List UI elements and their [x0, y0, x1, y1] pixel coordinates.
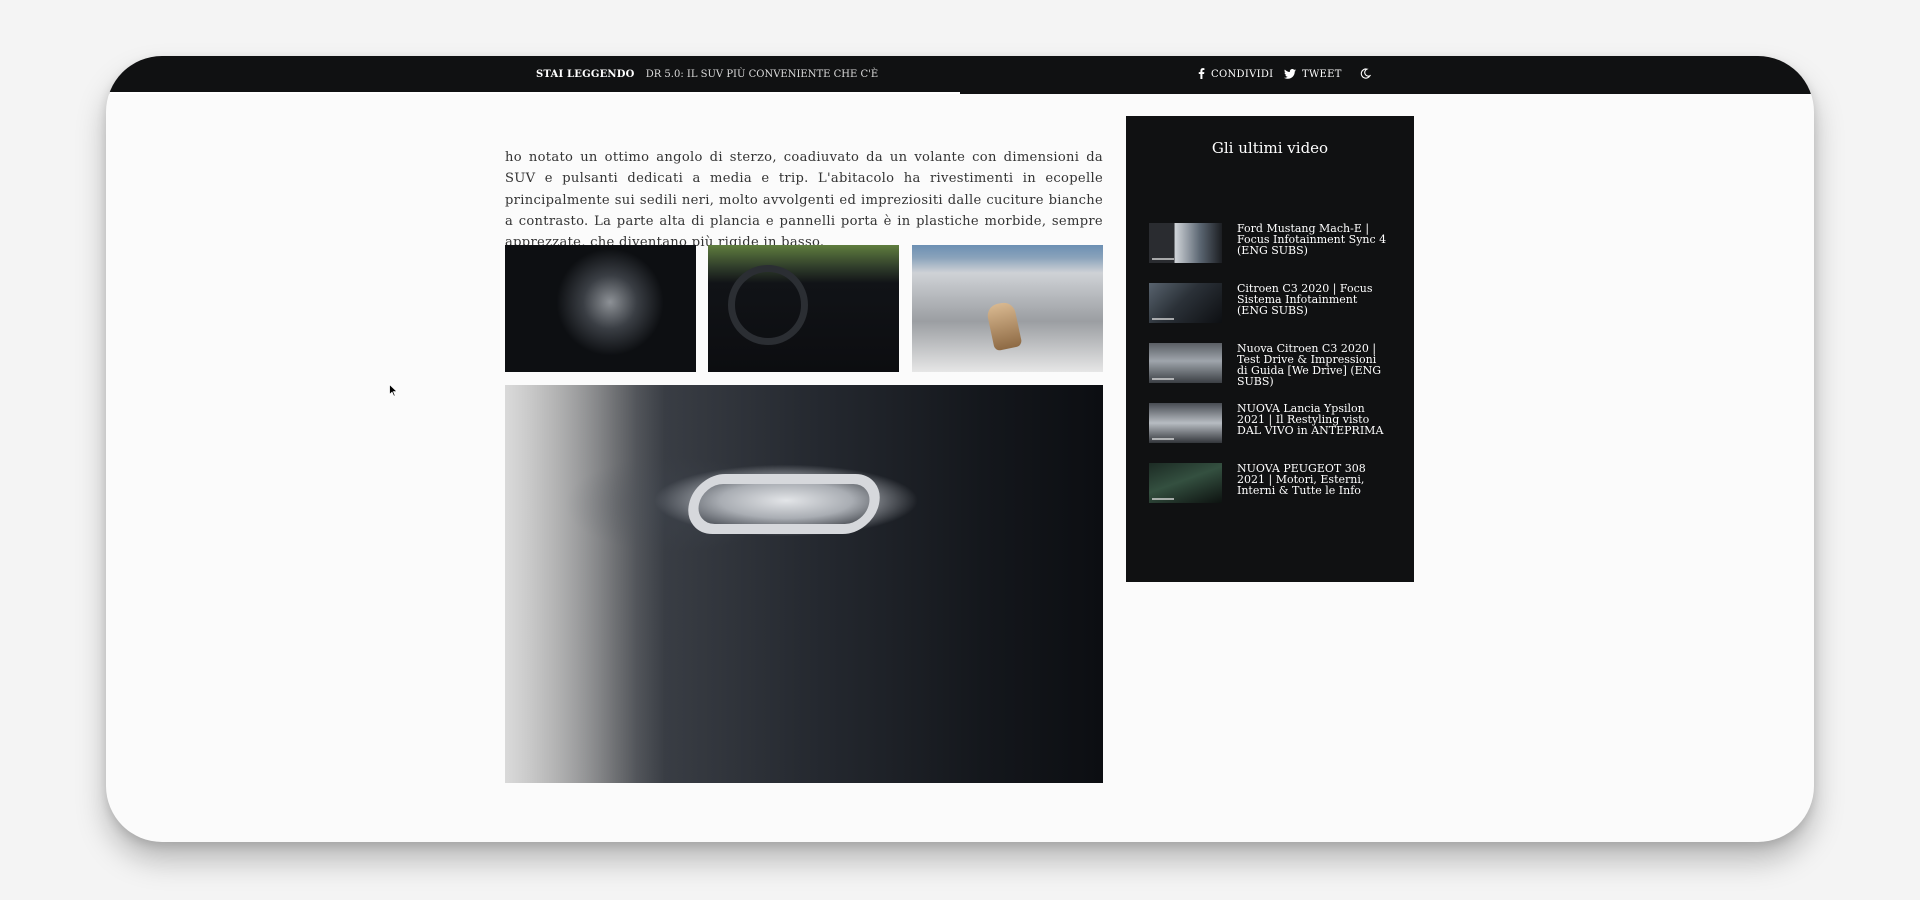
- door-handle-shape: [682, 474, 886, 534]
- share-twitter-button[interactable]: TWEET: [1284, 56, 1342, 94]
- video-thumbnail[interactable]: [1149, 283, 1222, 323]
- video-item[interactable]: Citroen C3 2020 | Focus Sistema Infotain…: [1149, 283, 1399, 343]
- video-thumbnail[interactable]: [1149, 223, 1222, 263]
- dark-mode-icon: [1360, 68, 1372, 79]
- video-list: Ford Mustang Mach-E | Focus Infotainment…: [1149, 223, 1399, 523]
- steering-wheel-shape: [728, 265, 808, 345]
- video-title[interactable]: NUOVA Lancia Ypsilon 2021 | Il Restyling…: [1237, 403, 1389, 436]
- share-facebook-label: CONDIVIDI: [1211, 69, 1274, 80]
- video-item[interactable]: NUOVA PEUGEOT 308 2021 | Motori, Esterni…: [1149, 463, 1399, 523]
- video-item[interactable]: Ford Mustang Mach-E | Focus Infotainment…: [1149, 223, 1399, 283]
- foreground-blur: [505, 385, 665, 783]
- share-twitter-label: TWEET: [1302, 69, 1342, 80]
- widget-title: Gli ultimi video: [1211, 139, 1329, 157]
- page-frame: STAI LEGGENDO DR 5.0: IL SUV PIÙ CONVENI…: [106, 56, 1814, 842]
- video-thumbnail[interactable]: [1149, 403, 1222, 443]
- reading-bar: STAI LEGGENDO DR 5.0: IL SUV PIÙ CONVENI…: [106, 56, 1814, 94]
- dark-mode-toggle[interactable]: [1360, 56, 1377, 94]
- video-thumbnail[interactable]: [1149, 463, 1222, 503]
- interior-seats-photo[interactable]: [505, 245, 696, 372]
- thumbnail-caption-bar: [1152, 378, 1174, 380]
- video-thumbnail[interactable]: [1149, 343, 1222, 383]
- door-handle-photo[interactable]: [505, 385, 1103, 783]
- thumbnail-caption-bar: [1152, 258, 1174, 260]
- twitter-icon: [1284, 69, 1296, 79]
- now-reading-label: STAI LEGGENDO: [536, 69, 635, 80]
- article-paragraph: ho notato un ottimo angolo di sterzo, co…: [505, 150, 1103, 250]
- hand-shape: [985, 300, 1023, 352]
- video-title[interactable]: Ford Mustang Mach-E | Focus Infotainment…: [1237, 223, 1389, 256]
- video-title[interactable]: Nuova Citroen C3 2020 | Test Drive & Imp…: [1237, 343, 1389, 387]
- now-reading-title[interactable]: DR 5.0: IL SUV PIÙ CONVENIENTE CHE C'È: [646, 69, 878, 80]
- mouse-cursor-icon: [389, 384, 398, 397]
- latest-videos-widget: Gli ultimi video Ford Mustang Mach-E | F…: [1126, 116, 1414, 582]
- steering-wheel-photo[interactable]: [708, 245, 899, 372]
- now-reading: STAI LEGGENDO DR 5.0: IL SUV PIÙ CONVENI…: [536, 56, 878, 94]
- video-title[interactable]: Citroen C3 2020 | Focus Sistema Infotain…: [1237, 283, 1389, 316]
- video-title[interactable]: NUOVA PEUGEOT 308 2021 | Motori, Esterni…: [1237, 463, 1389, 496]
- video-item[interactable]: Nuova Citroen C3 2020 | Test Drive & Imp…: [1149, 343, 1399, 403]
- share-facebook-button[interactable]: CONDIVIDI: [1198, 56, 1273, 94]
- facebook-icon: [1198, 68, 1205, 79]
- thumbnail-caption-bar: [1152, 438, 1174, 440]
- sunroof-photo[interactable]: [912, 245, 1103, 372]
- thumbnail-caption-bar: [1152, 498, 1174, 500]
- video-item[interactable]: NUOVA Lancia Ypsilon 2021 | Il Restyling…: [1149, 403, 1399, 463]
- thumbnail-caption-bar: [1152, 318, 1174, 320]
